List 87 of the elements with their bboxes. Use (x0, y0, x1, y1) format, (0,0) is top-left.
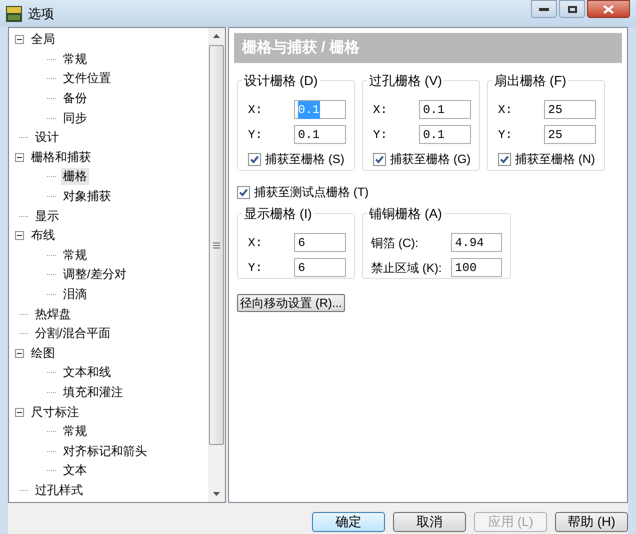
tree-item[interactable]: 泪滴 (61, 286, 89, 304)
field-label: X: (497, 102, 514, 118)
check-icon (500, 154, 509, 164)
tree-item[interactable]: 热焊盘 (33, 306, 73, 323)
tree-item[interactable]: 分割/混合平面 (33, 325, 112, 342)
input-field[interactable]: 25 (544, 100, 596, 119)
window-title: 选项 (28, 4, 54, 23)
tree-item[interactable]: 常规 (61, 423, 89, 440)
checkbox[interactable] (248, 152, 261, 166)
close-button[interactable] (587, 0, 630, 18)
field-value: 6 (298, 260, 306, 276)
dialog-button[interactable]: 取消 (393, 512, 466, 532)
collapse-toggle[interactable] (15, 231, 24, 240)
input-field[interactable]: 0.1 (419, 100, 471, 119)
checkbox-label: 捕获至栅格 (G) (390, 151, 471, 168)
page-title: 栅格与捕获 / 栅格 (242, 38, 360, 58)
tree-item[interactable]: 常规 (61, 50, 89, 68)
radial-move-settings-button[interactable]: 径向移动设置 (R)... (237, 294, 345, 312)
input-field[interactable]: 25 (544, 125, 596, 144)
field-value: 0.1 (423, 102, 445, 118)
group-title: 铺铜栅格 (A) (367, 205, 444, 222)
check-icon (250, 154, 259, 164)
collapse-toggle[interactable] (15, 408, 24, 417)
tree-item[interactable]: 对象捕获 (61, 188, 113, 206)
field-label: X: (247, 234, 264, 252)
scroll-thumb[interactable] (209, 45, 224, 445)
tree-item[interactable]: 同步 (61, 110, 89, 127)
check-icon (375, 154, 384, 164)
close-icon (603, 4, 614, 14)
input-field[interactable]: 6 (294, 258, 346, 277)
group-title: 扇出栅格 (F) (492, 72, 568, 89)
tree-item[interactable]: 文本和线 (61, 364, 113, 382)
input-field[interactable]: 6 (294, 233, 346, 252)
dialog-button[interactable]: 确定 (312, 512, 385, 532)
field-label: X: (372, 102, 388, 118)
field-label: 禁止区域 (K): (371, 260, 443, 276)
tree-item[interactable]: 显示 (33, 208, 61, 225)
collapse-toggle[interactable] (15, 152, 24, 162)
maximize-button[interactable] (559, 0, 585, 18)
group-title: 过孔栅格 (V) (367, 72, 444, 89)
checkbox-label: 捕获至栅格 (N) (515, 151, 595, 168)
tree-item[interactable]: 过孔样式 (33, 482, 85, 499)
field-label: Y: (247, 260, 264, 276)
input-field[interactable]: 0.1 (294, 125, 346, 144)
group-title: 显示栅格 (I) (242, 205, 314, 222)
tree-item[interactable]: 对齐标记和箭头 (61, 442, 149, 460)
tree-item[interactable]: 栅格和捕获 (29, 148, 93, 166)
field-label: 铜箔 (C): (371, 234, 420, 252)
field-value: 0.1 (423, 126, 445, 144)
tree-item[interactable]: 全局 (29, 31, 57, 48)
checkbox[interactable] (373, 152, 386, 166)
checkbox-label: 捕获至测试点栅格 (T) (254, 184, 369, 201)
tree-item[interactable]: 尺寸标注 (29, 404, 81, 421)
tree-item[interactable]: 栅格 (61, 168, 89, 186)
field-value: 25 (548, 126, 562, 144)
input-field[interactable]: 4.94 (451, 233, 502, 252)
tree-item[interactable]: 调整/差分对 (61, 266, 128, 284)
scrollbar[interactable] (208, 28, 225, 502)
tree-item[interactable]: 文件位置 (61, 70, 113, 88)
tree-item[interactable]: 布线 (29, 227, 57, 244)
app-icon (6, 6, 22, 22)
collapse-toggle[interactable] (15, 348, 24, 358)
input-field[interactable]: 100 (451, 258, 502, 277)
checkbox[interactable] (237, 186, 250, 198)
checkbox-label: 捕获至栅格 (S) (265, 151, 344, 168)
field-value: 25 (548, 102, 562, 118)
tree-item[interactable]: 设计 (33, 129, 61, 146)
minimize-button[interactable] (531, 0, 557, 18)
checkbox[interactable] (498, 152, 511, 166)
field-label: Y: (247, 126, 264, 144)
tree-item[interactable]: 绘图 (29, 344, 57, 362)
collapse-toggle[interactable] (15, 35, 24, 44)
field-label: Y: (497, 126, 514, 144)
field-label: X: (247, 102, 264, 118)
tree-item[interactable]: 常规 (61, 246, 89, 264)
field-value: 0.1 (298, 100, 320, 118)
input-field[interactable]: 0.1 (419, 125, 471, 144)
check-icon (239, 188, 248, 196)
grip-icon (213, 242, 220, 248)
field-label: Y: (372, 126, 388, 144)
dialog-button[interactable]: 帮助 (H) (555, 512, 628, 532)
group-title: 设计栅格 (D) (242, 72, 320, 89)
tree-item[interactable]: 文本 (61, 462, 89, 480)
tree-item[interactable]: 填充和灌注 (61, 384, 125, 401)
tree-item[interactable]: 备份 (61, 90, 89, 108)
field-value: 0.1 (298, 126, 320, 144)
field-value: 6 (298, 234, 306, 252)
